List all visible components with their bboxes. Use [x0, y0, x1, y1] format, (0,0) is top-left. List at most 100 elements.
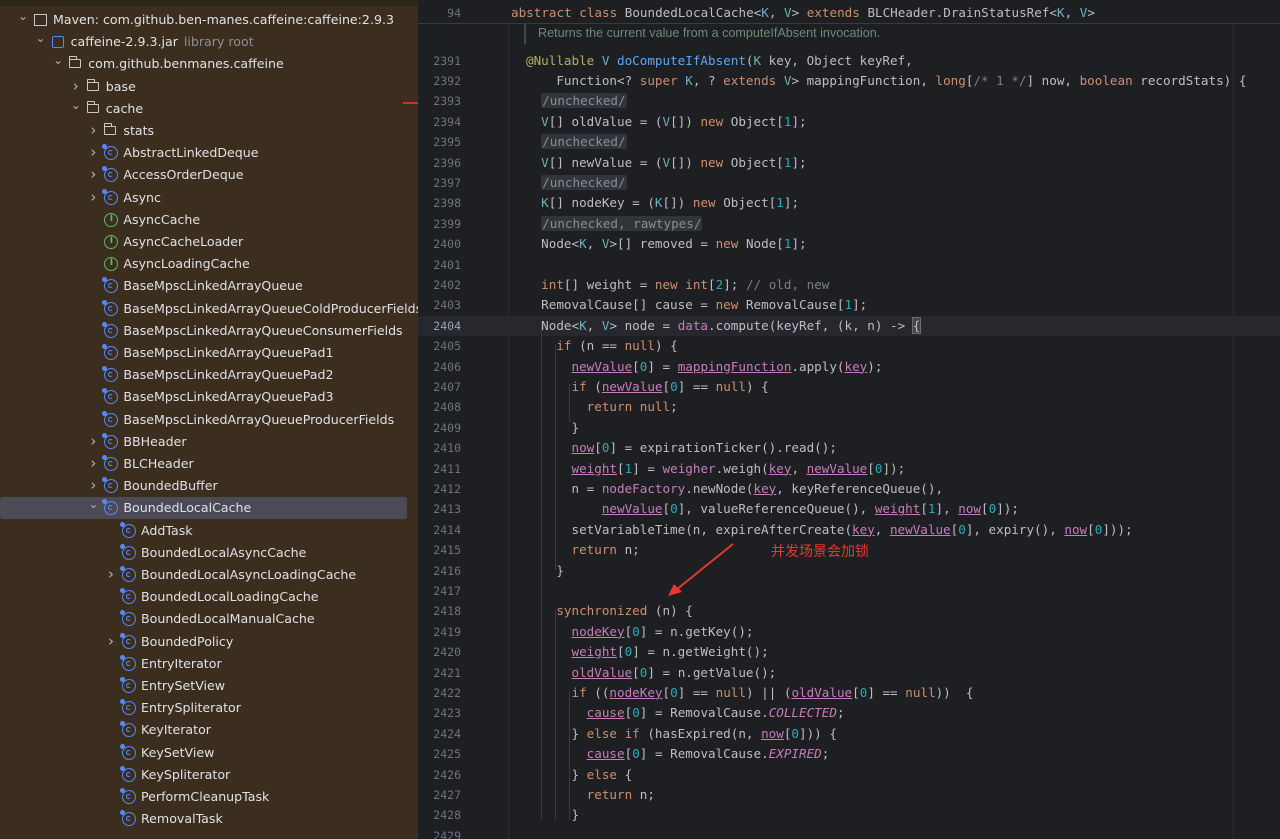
- tree-item[interactable]: › BoundedPolicy: [0, 631, 418, 653]
- tree-item[interactable]: BaseMpscLinkedArrayQueue: [0, 275, 418, 297]
- chevron-right-icon[interactable]: ›: [87, 145, 99, 160]
- code-editor[interactable]: 2391 @Nullable V doComputeIfAbsent(K key,…: [418, 0, 1280, 839]
- tree-item[interactable]: BaseMpscLinkedArrayQueueProducerFields: [0, 409, 418, 431]
- tree-item[interactable]: EntryIterator: [0, 653, 418, 675]
- tree-item[interactable]: RemovalTask: [0, 808, 418, 830]
- tree-item-label: BaseMpscLinkedArrayQueueConsumerFields: [123, 322, 403, 338]
- class-icon-dot: [102, 455, 108, 460]
- tree-item-label: stats: [123, 123, 155, 138]
- tree-item[interactable]: AddTask: [0, 520, 418, 542]
- tree-item[interactable]: EntrySpliterator: [0, 697, 418, 719]
- tree-item[interactable]: I AsyncLoadingCache: [0, 253, 418, 275]
- class-icon-dot: [120, 632, 125, 638]
- chevron-right-icon[interactable]: ›: [87, 478, 99, 493]
- tree-item[interactable]: BaseMpscLinkedArrayQueuePad1: [0, 342, 418, 364]
- tree-item-label: AsyncLoadingCache: [123, 256, 250, 272]
- class-icon-dot: [120, 743, 125, 749]
- tree-item[interactable]: ⌄ BoundedLocalCache: [0, 497, 418, 520]
- class-icon-dot: [102, 410, 108, 416]
- folder-icon: [86, 78, 99, 91]
- tree-item[interactable]: › base: [0, 76, 418, 98]
- tree-item[interactable]: I AsyncCacheLoader: [0, 231, 418, 253]
- chevron-right-icon[interactable]: ›: [87, 167, 99, 182]
- tree-item[interactable]: BoundedLocalLoadingCache: [0, 586, 418, 608]
- tree-item[interactable]: KeySetView: [0, 742, 418, 764]
- tree-item-label: EntrySpliterator: [141, 700, 241, 716]
- tree-item-label: BaseMpscLinkedArrayQueuePad3: [123, 389, 334, 405]
- annotation-arrow: [668, 543, 734, 596]
- tree-item[interactable]: KeyIterator: [0, 719, 418, 741]
- chevron-right-icon[interactable]: ›: [87, 123, 99, 138]
- class-icon: [120, 610, 136, 627]
- chevron-down-icon[interactable]: ⌄: [17, 9, 29, 23]
- class-icon-dot: [120, 543, 125, 549]
- chevron-right-icon[interactable]: ›: [70, 78, 82, 93]
- chevron-right-icon[interactable]: ›: [87, 456, 99, 471]
- tree-item-label: BaseMpscLinkedArrayQueueColdProducerFiel…: [123, 300, 418, 316]
- tree-item-label: base: [105, 78, 136, 94]
- chevron-right-icon[interactable]: ›: [105, 633, 117, 648]
- chevron-right-icon[interactable]: ›: [87, 433, 99, 448]
- chevron-down-icon[interactable]: ⌄: [52, 53, 64, 67]
- tree-item[interactable]: BaseMpscLinkedArrayQueueColdProducerFiel…: [0, 298, 418, 320]
- tree-item[interactable]: KeySpliterator: [0, 764, 418, 786]
- tree-item[interactable]: BaseMpscLinkedArrayQueueConsumerFields: [0, 320, 418, 342]
- tree-item[interactable]: ⌄ com.github.benmanes.caffeine: [0, 53, 418, 75]
- tree-item-label: BoundedLocalCache: [123, 500, 252, 516]
- tree-item[interactable]: ⌄ cache: [0, 98, 418, 120]
- tree-item[interactable]: BaseMpscLinkedArrayQueuePad2: [0, 364, 418, 386]
- tree-item[interactable]: › BBHeader: [0, 431, 418, 453]
- class-icon: [120, 788, 136, 804]
- chevron-right-icon[interactable]: ›: [87, 189, 99, 204]
- tree-item[interactable]: › BoundedBuffer: [0, 475, 418, 497]
- tree-item-label: BBHeader: [123, 433, 187, 449]
- class-icon: [102, 477, 119, 494]
- tree-item[interactable]: › stats: [0, 120, 418, 142]
- tree-item-label: PerformCleanupTask: [141, 789, 270, 804]
- tree-item-label: EntrySetView: [141, 678, 226, 693]
- tree-item[interactable]: BoundedLocalAsyncCache: [0, 542, 418, 564]
- splitter-marker: [403, 102, 418, 104]
- tree-item[interactable]: › AbstractLinkedDeque: [0, 142, 418, 164]
- class-icon: [120, 566, 136, 582]
- tree-item-label: KeyIterator: [141, 722, 211, 738]
- class-icon-dot: [102, 344, 108, 349]
- class-icon-dot: [102, 321, 108, 327]
- class-icon: [102, 432, 119, 449]
- tree-item[interactable]: › BoundedLocalAsyncLoadingCache: [0, 564, 418, 586]
- class-icon: [120, 654, 136, 671]
- tree-item-label: EntryIterator: [141, 655, 222, 671]
- tree-item[interactable]: I AsyncCache: [0, 209, 418, 231]
- tree-item-label: BoundedPolicy: [141, 633, 234, 649]
- tree-item[interactable]: PerformCleanupTask: [0, 786, 418, 808]
- chevron-down-icon[interactable]: ⌄: [35, 31, 47, 45]
- class-icon-dot: [120, 521, 125, 527]
- panel-top-edge: [0, 0, 418, 6]
- class-icon-dot: [102, 144, 108, 150]
- tree-item[interactable]: ⌄ caffeine-2.9.3.jar library root: [0, 31, 418, 53]
- chevron-down-icon[interactable]: ⌄: [87, 497, 99, 511]
- class-icon: [102, 188, 119, 205]
- tree-item[interactable]: › BLCHeader: [0, 453, 418, 475]
- tree-item-label: KeySpliterator: [141, 766, 231, 782]
- tree-item-label: BoundedLocalAsyncCache: [141, 544, 307, 560]
- tree-item[interactable]: ⌄ Maven: com.github.ben-manes.caffeine:ca…: [0, 9, 418, 31]
- class-icon: [102, 144, 119, 161]
- class-icon-dot: [120, 810, 125, 816]
- tree-item[interactable]: › Async: [0, 187, 418, 209]
- tree-item-label: Async: [123, 189, 161, 205]
- arrow-shaft: [675, 543, 734, 591]
- tree-item[interactable]: › AccessOrderDeque: [0, 164, 418, 186]
- tree-item[interactable]: BoundedLocalManualCache: [0, 608, 418, 630]
- class-icon: [102, 499, 119, 516]
- chevron-right-icon[interactable]: ›: [105, 567, 117, 582]
- tree-item[interactable]: BaseMpscLinkedArrayQueuePad3: [0, 386, 418, 408]
- class-icon-dot: [102, 477, 108, 483]
- interface-icon: I: [104, 212, 119, 227]
- tree-item-label: caffeine-2.9.3.jar library root: [70, 34, 254, 50]
- tree-item-label: BaseMpscLinkedArrayQueuePad2: [123, 367, 334, 383]
- tree-item[interactable]: EntrySetView: [0, 675, 418, 697]
- interface-icon: I: [104, 235, 119, 249]
- class-icon: [102, 388, 119, 405]
- chevron-down-icon[interactable]: ⌄: [70, 98, 82, 112]
